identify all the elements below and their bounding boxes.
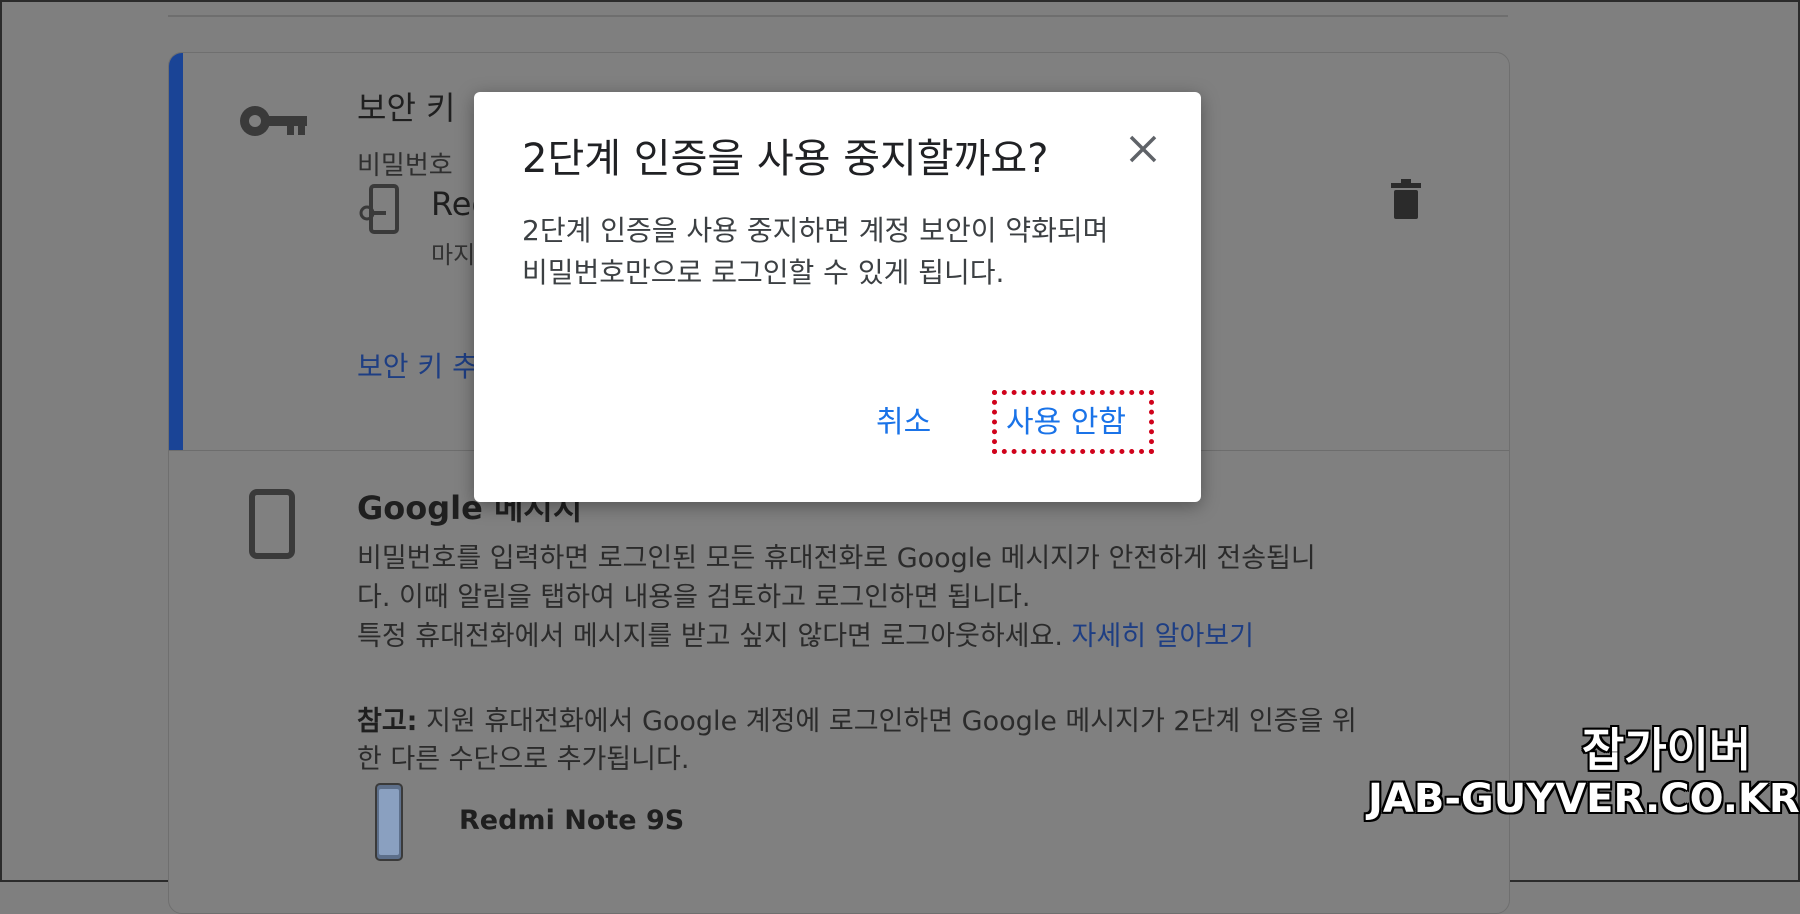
- phone-device-image: [375, 783, 403, 861]
- watermark-url: JAB-GUYVER.CO.KR: [1368, 776, 1800, 822]
- screenshot-frame: 보안 키 비밀번호 Red 마지 보안 키 추 Google 메시지 비밀번호를…: [0, 0, 1800, 914]
- turn-off-button[interactable]: 사용 안함: [1006, 397, 1126, 441]
- description-line-text: 특정 휴대전화에서 메시지를 받고 싶지 않다면 로그아웃하세요.: [357, 621, 1063, 652]
- note-text: 지원 휴대전화에서 Google 계정에 로그인하면 Google 메시지가 2…: [426, 706, 1357, 737]
- dialog-title: 2단계 인증을 사용 중지할까요?: [522, 136, 1049, 182]
- disable-2sv-dialog: 2단계 인증을 사용 중지할까요? 2단계 인증을 사용 중지하면 계정 보안이…: [474, 92, 1201, 502]
- note-label: 참고:: [357, 706, 418, 737]
- selected-section-accent: [169, 53, 183, 450]
- divider: [168, 15, 1508, 17]
- note-line: 한 다른 수단으로 추가됩니다.: [357, 744, 690, 775]
- device-name: Redmi Note 9S: [459, 805, 685, 836]
- security-key-title: 보안 키: [357, 89, 456, 127]
- watermark-korean: 잡가이버: [1582, 723, 1752, 777]
- add-security-key-link[interactable]: 보안 키 추: [357, 345, 478, 385]
- note-line: 참고: 지원 휴대전화에서 Google 계정에 로그인하면 Google 메시…: [357, 703, 1357, 741]
- learn-more-link[interactable]: 자세히 알아보기: [1072, 621, 1254, 652]
- google-message-description: 비밀번호를 입력하면 로그인된 모든 휴대전화로 Google 메시지가 안전하…: [357, 539, 1316, 656]
- google-message-note: 참고: 지원 휴대전화에서 Google 계정에 로그인하면 Google 메시…: [357, 703, 1357, 779]
- trash-icon[interactable]: [1391, 179, 1421, 219]
- description-line: 다. 이때 알림을 탭하여 내용을 검토하고 로그인하면 됩니다.: [357, 582, 1031, 613]
- key-icon: [240, 106, 307, 136]
- close-icon[interactable]: [1126, 132, 1160, 166]
- phone-key-icon: [359, 184, 399, 234]
- security-key-device-meta: 마지: [431, 241, 476, 269]
- description-line: 특정 휴대전화에서 메시지를 받고 싶지 않다면 로그아웃하세요. 자세히 알아…: [357, 617, 1316, 656]
- description-line: 비밀번호를 입력하면 로그인된 모든 휴대전화로 Google 메시지가 안전하…: [357, 543, 1316, 574]
- cancel-button[interactable]: 취소: [876, 397, 931, 441]
- phone-icon: [249, 489, 295, 559]
- security-key-subtitle: 비밀번호: [357, 151, 453, 181]
- dialog-message: 2단계 인증을 사용 중지하면 계정 보안이 약화되며 비밀번호만으로 로그인할…: [522, 214, 1109, 289]
